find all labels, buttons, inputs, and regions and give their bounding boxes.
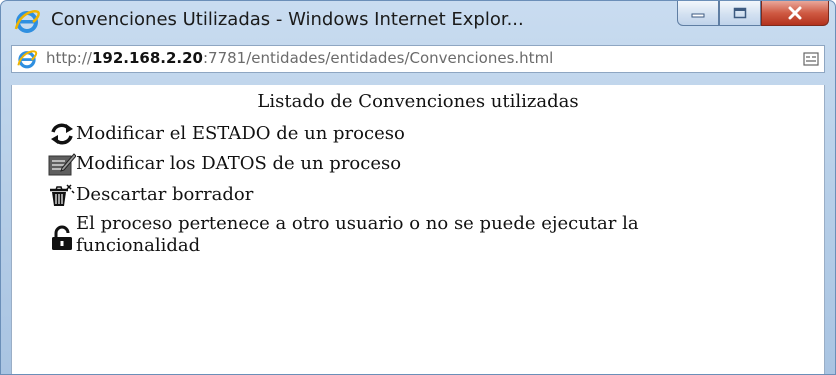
compatibility-view-icon[interactable]	[803, 51, 819, 67]
url-prefix: http://	[46, 49, 92, 67]
legend-item-datos: Modificar los DATOS de un proceso	[48, 151, 401, 177]
browser-window: Convenciones Utilizadas - Windows Intern…	[0, 0, 836, 375]
internet-explorer-icon	[17, 50, 38, 69]
address-bar[interactable]: http://192.168.2.20:7781/entidades/entid…	[11, 45, 825, 73]
legend-label: Modificar los DATOS de un proceso	[76, 153, 402, 174]
page-title: Listado de Convenciones utilizadas	[257, 91, 579, 112]
title-bar[interactable]: Convenciones Utilizadas - Windows Intern…	[1, 1, 835, 41]
minimize-icon	[691, 13, 705, 18]
url-host: 192.168.2.20	[91, 49, 203, 67]
refresh-arrows-icon	[51, 123, 73, 145]
padlock-icon	[52, 225, 72, 250]
maximize-icon	[733, 7, 747, 19]
url-text[interactable]: http://192.168.2.20:7781/entidades/entid…	[46, 49, 553, 67]
page-content: Listado de Convenciones utilizadas Modif…	[11, 85, 825, 374]
legend-label: Modificar el ESTADO de un proceso	[76, 123, 405, 144]
legend-label: El proceso pertenece a otro usuario o no…	[76, 213, 639, 256]
legend-item-descartar: Descartar borrador	[48, 182, 253, 208]
legend-item-bloqueado: El proceso pertenece a otro usuario o no…	[48, 213, 756, 257]
window-title: Convenciones Utilizadas - Windows Intern…	[51, 9, 524, 30]
minimize-button[interactable]	[677, 1, 719, 26]
caption-buttons	[677, 1, 829, 27]
trash-icon	[50, 184, 75, 206]
legend-label: Descartar borrador	[76, 184, 254, 205]
edit-document-icon	[48, 153, 76, 176]
url-path: :7781/entidades/entidades/Convenciones.h…	[202, 49, 554, 67]
maximize-button[interactable]	[719, 1, 761, 26]
internet-explorer-icon	[14, 10, 40, 33]
legend-item-estado: Modificar el ESTADO de un proceso	[48, 121, 405, 147]
close-button[interactable]	[761, 1, 829, 26]
close-icon	[788, 6, 802, 20]
